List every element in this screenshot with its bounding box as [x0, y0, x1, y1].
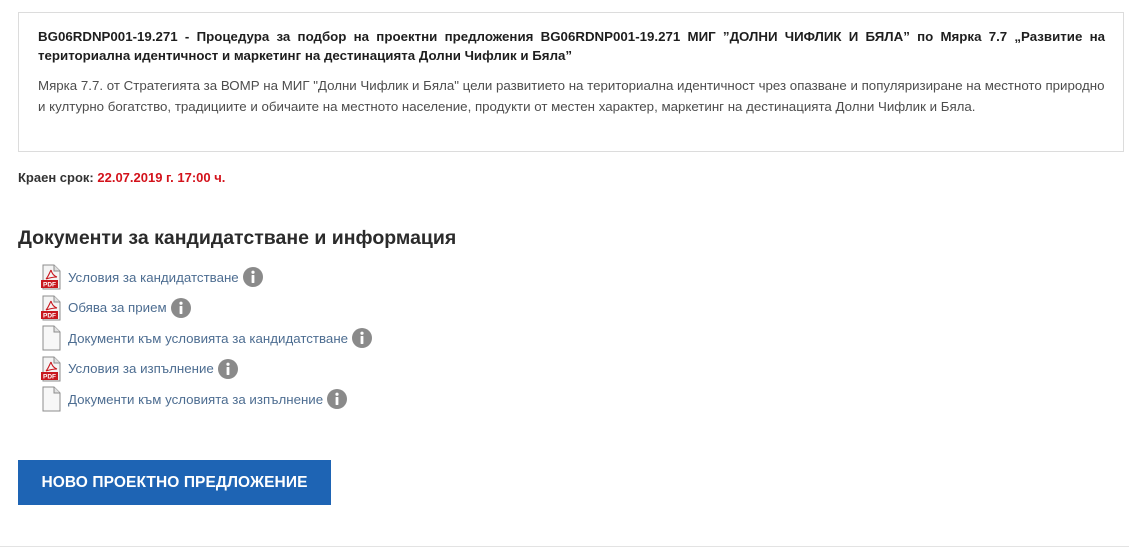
- info-icon[interactable]: [352, 328, 373, 349]
- document-link-application-documents[interactable]: Документи към условията за кандидатстван…: [68, 331, 348, 346]
- info-icon[interactable]: [217, 358, 238, 379]
- document-link-execution-documents[interactable]: Документи към условията за изпълнение: [68, 392, 323, 407]
- deadline-value: 22.07.2019 г. 17:00 ч.: [97, 170, 226, 185]
- procedure-panel: BG06RDNP001-19.271 - Процедура за подбор…: [18, 12, 1124, 152]
- info-icon[interactable]: [242, 267, 263, 288]
- document-item: PDF Обява за прием: [40, 293, 372, 324]
- svg-text:PDF: PDF: [43, 373, 56, 380]
- document-item: PDF Условия за изпълнение: [40, 354, 372, 385]
- pdf-file-icon: PDF: [40, 264, 62, 290]
- document-item: Документи към условията за кандидатстван…: [40, 323, 373, 354]
- document-file-icon: [40, 325, 62, 351]
- documents-heading: Документи за кандидатстване и информация: [18, 227, 457, 249]
- document-link-execution-conditions[interactable]: Условия за изпълнение: [68, 361, 214, 376]
- document-item: Документи към условията за изпълнение: [40, 384, 372, 415]
- deadline: Краен срок: 22.07.2019 г. 17:00 ч.: [18, 169, 225, 187]
- pdf-file-icon: PDF: [40, 356, 62, 382]
- divider: [0, 546, 1129, 547]
- document-link-application-conditions[interactable]: Условия за кандидатстване: [68, 270, 239, 285]
- document-item: PDF Условия за кандидатстване: [40, 262, 372, 293]
- procedure-description: Мярка 7.7. от Стратегията за ВОМР на МИГ…: [38, 78, 1105, 114]
- svg-text:PDF: PDF: [43, 282, 56, 289]
- info-icon[interactable]: [327, 389, 348, 410]
- deadline-label: Краен срок:: [18, 170, 94, 185]
- document-file-icon: [40, 386, 62, 412]
- documents-list: PDF Условия за кандидатстване PDF Обява …: [40, 262, 373, 415]
- pdf-file-icon: PDF: [40, 295, 62, 321]
- document-link-call-notice[interactable]: Обява за прием: [68, 300, 167, 315]
- procedure-title: BG06RDNP001-19.271 - Процедура за подбор…: [38, 29, 1105, 63]
- info-icon[interactable]: [170, 297, 191, 318]
- svg-text:PDF: PDF: [43, 312, 56, 319]
- new-proposal-button[interactable]: НОВО ПРОЕКТНО ПРЕДЛОЖЕНИЕ: [18, 460, 331, 505]
